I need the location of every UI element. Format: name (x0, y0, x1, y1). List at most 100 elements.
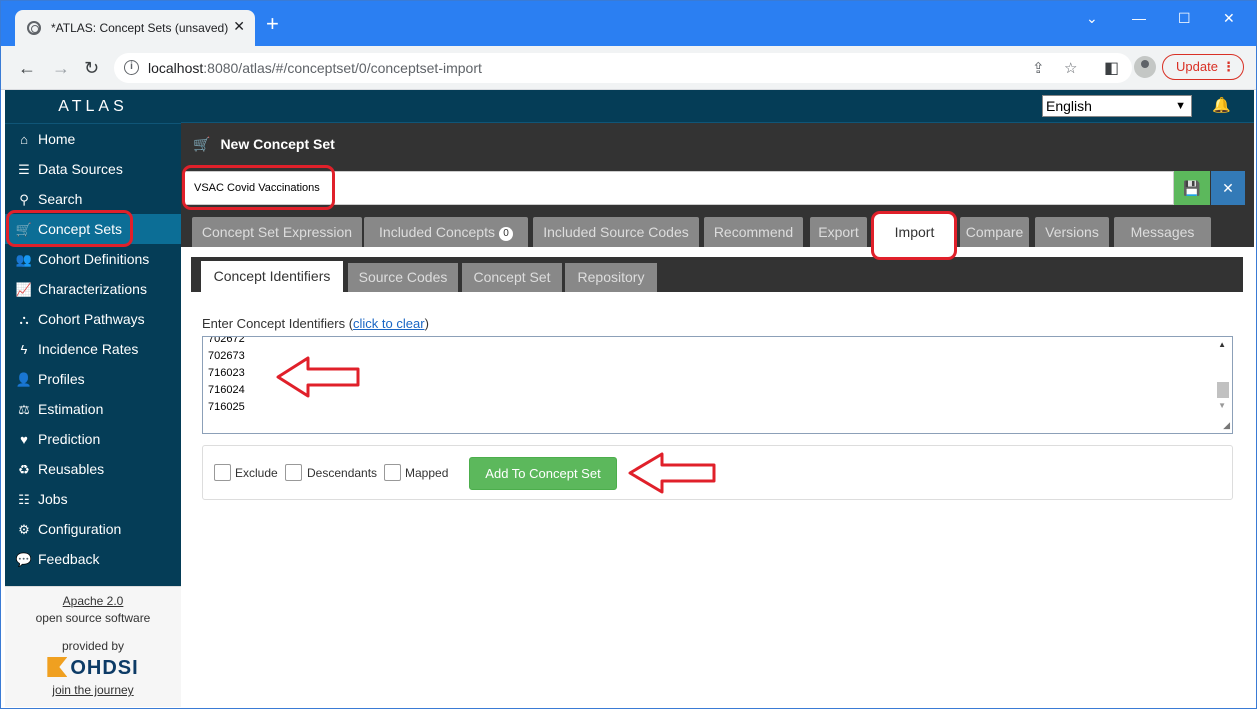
ohdsi-logo[interactable]: OHDSI (5, 657, 181, 680)
browser-toolbar: ← → ↻ i localhost:8080/atlas/#/conceptse… (0, 46, 1257, 90)
concept-identifiers-textarea[interactable]: 702672 702673 716023 716024 716025 ▲ ▼ ◢ (202, 336, 1233, 434)
ohdsi-mark-icon (47, 657, 68, 677)
language-select[interactable]: English ▼ (1042, 95, 1192, 117)
oss-text: open source software (35, 611, 151, 625)
identifiers-label: Enter Concept Identifiers (click to clea… (202, 316, 429, 331)
subtab-concept-set[interactable]: Concept Set (462, 263, 562, 292)
share-icon[interactable]: ⇪ (1032, 59, 1045, 77)
database-icon: ☰ (18, 162, 30, 177)
sidebar-item-jobs[interactable]: ☷ Jobs (5, 484, 181, 514)
menu-dots-icon[interactable]: ⋮ (1222, 55, 1235, 79)
sidebar-item-search[interactable]: ⚲ Search (5, 184, 181, 214)
concept-set-name-input[interactable]: VSAC Covid Vaccinations (184, 171, 1174, 205)
tab-compare[interactable]: Compare (960, 217, 1029, 247)
back-arrow-icon[interactable]: ← (18, 58, 36, 79)
sidebar-item-label: Home (38, 131, 76, 147)
identifier-line: 716024 (208, 384, 245, 396)
maximize-icon[interactable]: ☐ (1178, 10, 1191, 27)
scroll-down-icon[interactable]: ▼ (1218, 401, 1226, 410)
sidebar-item-incidence-rates[interactable]: ϟ Incidence Rates (5, 334, 181, 364)
browser-tab-strip: *ATLAS: Concept Sets (unsaved) ✕ + ⌄ — ☐… (0, 0, 1257, 46)
comment-icon: 💬 (15, 552, 33, 567)
clear-link[interactable]: click to clear (353, 316, 425, 331)
tab-label: Concept Set Expression (201, 224, 353, 240)
add-to-concept-set-button[interactable]: Add To Concept Set (469, 457, 617, 490)
sidebar-item-cohort-definitions[interactable]: 👥 Cohort Definitions (5, 244, 181, 274)
update-button[interactable]: Update ⋮ (1162, 54, 1244, 80)
users-icon: 👥 (15, 252, 33, 267)
side-panel-icon[interactable]: ◧ (1104, 58, 1119, 78)
join-link[interactable]: join the journey (5, 683, 181, 697)
subtab-source-codes[interactable]: Source Codes (348, 263, 458, 292)
sidebar-item-label: Configuration (38, 521, 122, 537)
browser-tab[interactable]: *ATLAS: Concept Sets (unsaved) ✕ (15, 10, 255, 46)
subtab-concept-identifiers[interactable]: Concept Identifiers (201, 261, 343, 292)
tab-label: Import (894, 224, 935, 240)
close-window-icon[interactable]: ✕ (1223, 10, 1235, 27)
sidebar-item-feedback[interactable]: 💬 Feedback (5, 544, 181, 574)
sidebar-item-cohort-pathways[interactable]: ⛬ Cohort Pathways (5, 304, 181, 334)
sidebar-item-profiles[interactable]: 👤 Profiles (5, 364, 181, 394)
tab-versions[interactable]: Versions (1035, 217, 1109, 247)
app-brand[interactable]: ATLAS (5, 90, 181, 124)
tab-search-chevron-icon[interactable]: ⌄ (1086, 10, 1098, 27)
close-tab-icon[interactable]: ✕ (233, 18, 245, 35)
import-subtabs: Concept Identifiers Source Codes Concept S… (191, 257, 1243, 292)
bookmark-star-icon[interactable]: ☆ (1064, 59, 1077, 77)
subtab-repository[interactable]: Repository (565, 263, 657, 292)
resize-handle-icon[interactable]: ◢ (1223, 420, 1230, 431)
url-host: localhost (148, 60, 204, 76)
tab-included-source-codes[interactable]: Included Source Codes (533, 217, 699, 247)
tab-label: Versions (1045, 224, 1099, 240)
save-button[interactable]: 💾 (1174, 171, 1210, 205)
identifier-line: 702672 (208, 336, 245, 345)
new-tab-button[interactable]: + (266, 13, 279, 35)
ohdsi-logo-text: OHDSI (70, 657, 139, 679)
tab-concept-set-expression[interactable]: Concept Set Expression (192, 217, 362, 247)
license-link[interactable]: Apache 2.0 (5, 594, 181, 608)
tab-included-concepts[interactable]: Included Concepts 0 (364, 217, 528, 247)
heartbeat-icon: ♥ (20, 432, 28, 447)
panel-header: 🛒 New Concept Set VSAC Covid Vaccinations… (181, 123, 1254, 247)
sidebar-item-concept-sets[interactable]: 🛒 Concept Sets (5, 214, 181, 244)
bell-icon[interactable]: 🔔 (1212, 96, 1231, 114)
address-bar[interactable]: i localhost:8080/atlas/#/conceptset/0/co… (114, 53, 1132, 83)
minimize-icon[interactable]: — (1132, 10, 1146, 26)
shopping-cart-icon: 🛒 (15, 222, 33, 237)
scroll-up-icon[interactable]: ▲ (1218, 340, 1226, 349)
reload-icon[interactable]: ↻ (84, 58, 99, 79)
sidebar-item-data-sources[interactable]: ☰ Data Sources (5, 154, 181, 184)
page-title-text: New Concept Set (220, 136, 335, 152)
sidebar-item-characterizations[interactable]: 📈 Characterizations (5, 274, 181, 304)
tab-recommend[interactable]: Recommend (704, 217, 803, 247)
page-title: 🛒 New Concept Set (193, 136, 335, 153)
sidebar-item-label: Jobs (38, 491, 68, 507)
tab-import[interactable]: Import (874, 214, 955, 247)
provided-by-text: provided by (61, 639, 125, 653)
search-icon: ⚲ (19, 192, 29, 207)
import-options: Exclude Descendants Mapped Add To Concep… (202, 445, 1233, 500)
forward-arrow-icon[interactable]: → (52, 58, 70, 79)
sidebar-item-label: Cohort Definitions (38, 251, 150, 267)
tab-export[interactable]: Export (810, 217, 867, 247)
scrollbar-thumb[interactable] (1217, 382, 1229, 398)
sidebar-item-label: Profiles (38, 371, 85, 387)
app-topbar: English ▼ 🔔 (181, 90, 1254, 123)
tab-messages[interactable]: Messages (1114, 217, 1211, 247)
sidebar-item-prediction[interactable]: ♥ Prediction (5, 424, 181, 454)
descendants-label: Descendants (307, 466, 378, 480)
close-button[interactable]: ✕ (1211, 171, 1245, 205)
save-icon: 💾 (1183, 180, 1201, 196)
identifier-line: 716025 (208, 401, 245, 413)
sidebar-item-configuration[interactable]: ⚙ Configuration (5, 514, 181, 544)
exclude-label: Exclude (235, 466, 278, 480)
profile-avatar-icon[interactable] (1134, 56, 1156, 78)
sidebar-item-reusables[interactable]: ♻ Reusables (5, 454, 181, 484)
sidebar-nav: ⌂ Home ☰ Data Sources ⚲ Search 🛒 Concept Sets 👥 C… (5, 124, 181, 574)
descendants-checkbox[interactable] (285, 464, 302, 481)
exclude-checkbox[interactable] (214, 464, 231, 481)
sidebar-item-home[interactable]: ⌂ Home (5, 124, 181, 154)
mapped-checkbox[interactable] (384, 464, 401, 481)
site-info-icon[interactable]: i (124, 60, 139, 75)
sidebar-item-estimation[interactable]: ⚖ Estimation (5, 394, 181, 424)
